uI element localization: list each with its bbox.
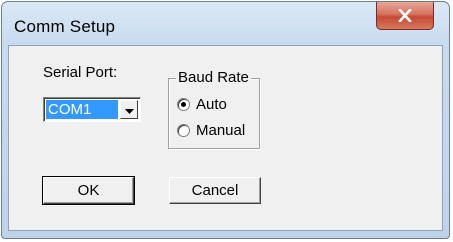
- radio-auto[interactable]: Auto: [177, 95, 227, 113]
- baud-rate-group-label: Baud Rate: [176, 69, 251, 86]
- radio-auto-button[interactable]: [177, 97, 190, 111]
- radio-manual[interactable]: Manual: [177, 121, 245, 139]
- chevron-down-icon: [124, 101, 134, 119]
- serial-port-dropdown-button[interactable]: [120, 100, 138, 119]
- cancel-button[interactable]: Cancel: [169, 177, 261, 204]
- serial-port-value: COM1: [46, 100, 118, 119]
- ok-button[interactable]: OK: [42, 176, 135, 205]
- radio-manual-button[interactable]: [177, 123, 190, 137]
- radio-selected-dot: [181, 101, 186, 107]
- close-x-icon: [398, 9, 412, 22]
- serial-port-select[interactable]: COM1: [43, 97, 141, 122]
- baud-rate-group: Baud Rate Auto Manual: [168, 69, 260, 149]
- close-button[interactable]: [376, 2, 434, 30]
- radio-manual-label: Manual: [196, 121, 246, 139]
- radio-auto-label: Auto: [196, 95, 227, 113]
- dialog-client-area: Serial Port: COM1 Baud Rate Auto Manual: [8, 45, 443, 231]
- window-title: Comm Setup: [14, 17, 116, 36]
- serial-port-label: Serial Port:: [43, 64, 118, 81]
- comm-setup-window: Comm Setup Serial Port: COM1 Baud Rate A…: [1, 1, 450, 239]
